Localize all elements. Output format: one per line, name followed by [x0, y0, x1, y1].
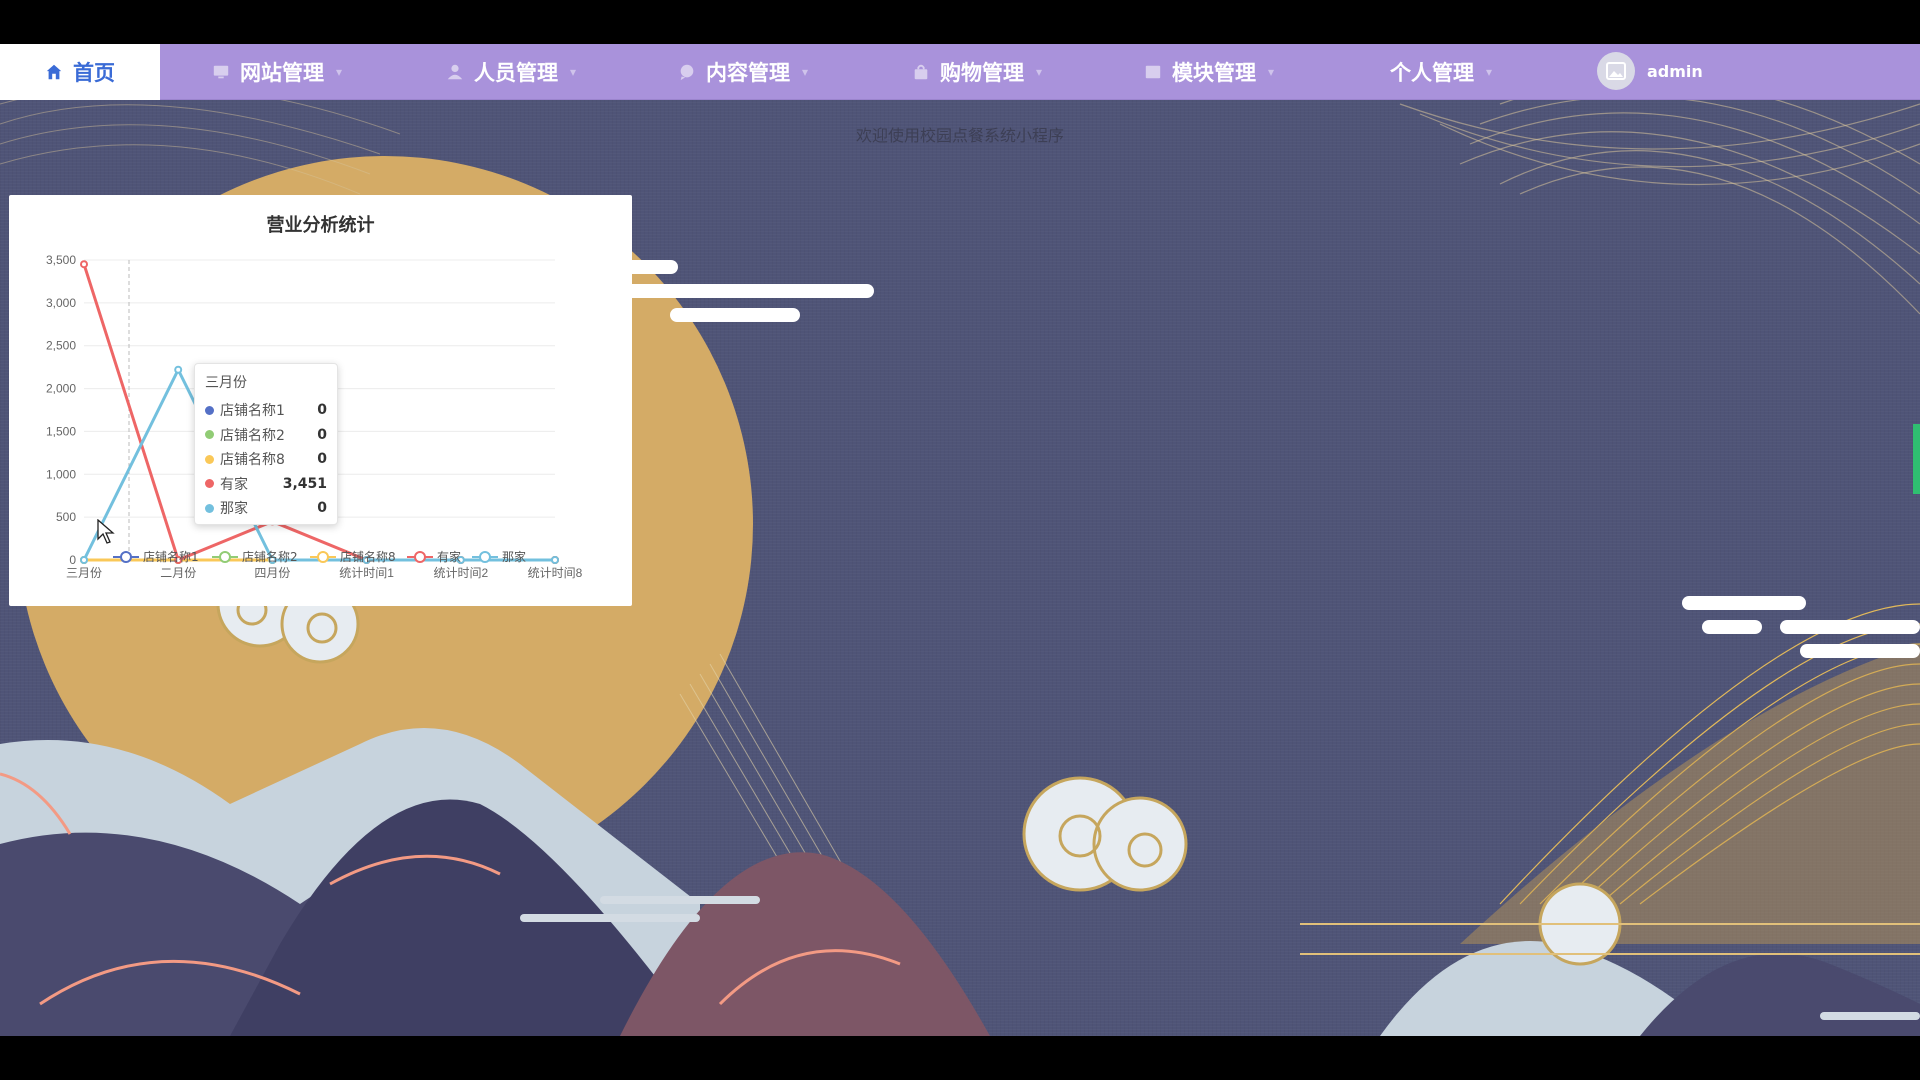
legend-marker — [212, 550, 238, 563]
legend-item[interactable]: 那家 — [472, 548, 526, 565]
y-tick-label: 1,500 — [46, 424, 76, 438]
chevron-down-icon: ▾ — [336, 65, 343, 79]
series-dot — [205, 479, 214, 489]
legend-marker — [472, 550, 498, 563]
nav-personal-management[interactable]: 个人管理 ▾ — [1390, 44, 1492, 100]
chat-icon — [680, 64, 694, 81]
nav-label: 网站管理 — [240, 61, 324, 85]
image-icon — [1606, 62, 1626, 80]
nav-module-management[interactable]: 模块管理 ▾ — [1144, 44, 1274, 100]
data-point — [174, 365, 183, 374]
legend-label: 店铺名称8 — [340, 550, 396, 564]
legend-marker — [113, 550, 139, 563]
y-tick-label: 0 — [69, 553, 76, 567]
legend-marker — [407, 550, 433, 563]
nav-content-management[interactable]: 内容管理 ▾ — [678, 44, 808, 100]
tooltip-row: 店铺名称1 0 — [205, 398, 327, 423]
series-dot — [205, 430, 214, 440]
tooltip-value: 0 — [317, 451, 327, 468]
tooltip-series-name: 有家 — [220, 476, 248, 493]
x-tick-label: 三月份 — [66, 566, 102, 580]
avatar — [1597, 52, 1635, 90]
series-dot — [205, 405, 214, 415]
y-tick-label: 2,000 — [46, 382, 76, 396]
chart-tooltip: 三月份 店铺名称1 0 店铺名称2 0 店铺名称8 0 有家 3,451 那家 0 — [194, 363, 338, 525]
home-icon — [46, 64, 62, 80]
tooltip-value: 3,451 — [282, 475, 327, 492]
chevron-down-icon: ▾ — [570, 65, 577, 79]
legend-marker — [310, 550, 336, 563]
nav-label: 人员管理 — [474, 61, 558, 85]
nav-shopping-management[interactable]: 购物管理 ▾ — [912, 44, 1042, 100]
y-tick-label: 1,000 — [46, 467, 76, 481]
window-icon — [1145, 65, 1161, 79]
x-tick-label: 四月份 — [254, 566, 290, 580]
y-tick-label: 2,500 — [46, 339, 76, 353]
tooltip-series-name: 店铺名称8 — [220, 452, 285, 469]
data-point — [80, 556, 88, 564]
legend-item[interactable]: 店铺名称8 — [310, 548, 396, 565]
legend-label: 有家 — [437, 550, 462, 564]
mouse-cursor-icon — [97, 519, 115, 544]
tooltip-value: 0 — [317, 426, 327, 443]
chevron-down-icon: ▾ — [1268, 65, 1275, 79]
tooltip-title: 三月份 — [205, 375, 247, 391]
tooltip-value: 0 — [317, 500, 327, 517]
nav-home-label: 首页 — [73, 61, 115, 85]
series-dot — [205, 503, 214, 513]
tooltip-row: 有家 3,451 — [205, 472, 327, 497]
tooltip-row: 那家 0 — [205, 496, 327, 521]
x-tick-label: 统计时间8 — [528, 566, 583, 580]
page-canvas: 首页 网站管理 ▾ 人员管理 ▾ 内容管理 ▾ 购物管理 ▾ 模块管理 ▾ 个人管理 ▾ — [0, 44, 1920, 1036]
legend-label: 那家 — [502, 550, 527, 564]
username: admin — [1647, 61, 1703, 81]
y-tick-label: 500 — [56, 510, 76, 524]
y-tick-label: 3,500 — [46, 253, 76, 267]
chevron-down-icon: ▾ — [1486, 65, 1493, 79]
legend-label: 店铺名称1 — [143, 550, 199, 564]
nav-label: 个人管理 — [1390, 61, 1474, 85]
tooltip-series-name: 店铺名称2 — [220, 427, 285, 444]
legend-item[interactable]: 店铺名称1 — [113, 548, 199, 565]
nav-label: 内容管理 — [706, 61, 790, 85]
user-icon — [447, 64, 463, 80]
top-navigation-bar: 首页 网站管理 ▾ 人员管理 ▾ 内容管理 ▾ 购物管理 ▾ 模块管理 ▾ 个人管理 ▾ — [0, 44, 1920, 100]
data-point — [80, 260, 88, 269]
user-menu[interactable]: admin — [1597, 52, 1703, 90]
welcome-text: 欢迎使用校园点餐系统小程序 — [855, 126, 1064, 145]
legend-item[interactable]: 店铺名称2 — [212, 548, 298, 565]
tooltip-row: 店铺名称2 0 — [205, 423, 327, 448]
legend-label: 店铺名称2 — [242, 550, 298, 564]
data-point — [551, 556, 559, 564]
nav-label: 模块管理 — [1172, 61, 1256, 85]
nav-home[interactable]: 首页 — [0, 44, 160, 100]
nav-website-management[interactable]: 网站管理 ▾ — [212, 44, 342, 100]
legend-item[interactable]: 有家 — [407, 548, 461, 565]
x-tick-label: 统计时间2 — [433, 566, 488, 580]
x-tick-label: 二月份 — [160, 566, 196, 580]
tooltip-series-name: 那家 — [220, 501, 248, 518]
chevron-down-icon: ▾ — [802, 65, 809, 79]
monitor-icon — [213, 65, 229, 79]
nav-label: 购物管理 — [940, 61, 1024, 85]
tooltip-series-name: 店铺名称1 — [220, 403, 285, 420]
series-dot — [205, 454, 214, 464]
chevron-down-icon: ▾ — [1036, 65, 1043, 79]
bag-icon — [914, 64, 928, 80]
x-tick-label: 统计时间1 — [339, 566, 394, 580]
y-tick-label: 3,000 — [46, 296, 76, 310]
nav-staff-management[interactable]: 人员管理 ▾ — [446, 44, 576, 100]
tooltip-value: 0 — [317, 402, 327, 419]
tooltip-row: 店铺名称8 0 — [205, 447, 327, 472]
